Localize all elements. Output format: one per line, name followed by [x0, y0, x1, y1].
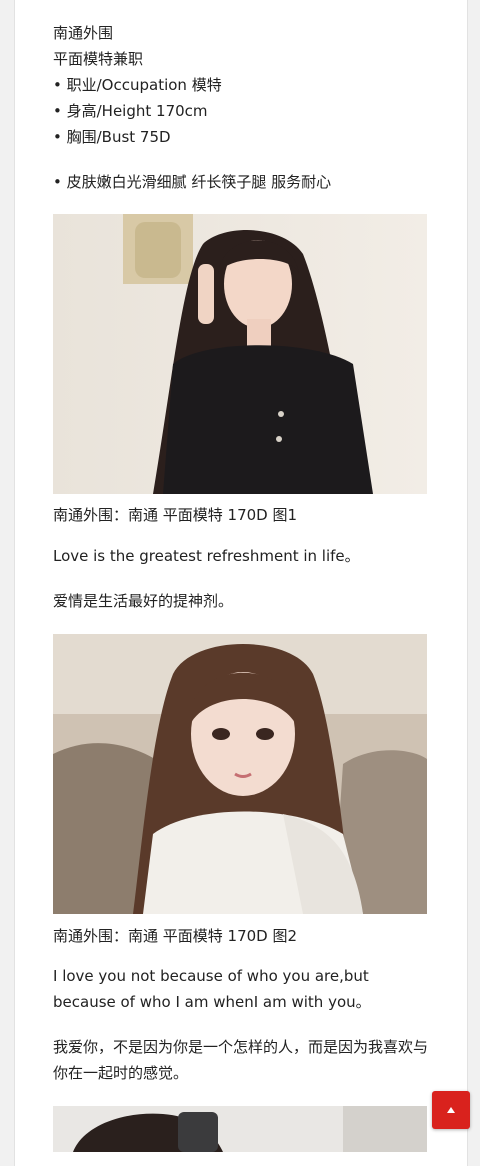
back-to-top-button[interactable] — [432, 1091, 470, 1129]
quote-zh-2: 我爱你，不是因为你是一个怎样的人，而是因为我喜欢与你在一起时的感觉。 — [53, 1038, 429, 1082]
photo-2 — [53, 634, 427, 914]
bullet-bust: • 胸围/Bust 75D — [53, 128, 171, 146]
quote-en-1: Love is the greatest refreshment in life… — [53, 547, 360, 565]
quote-zh-1: 爱情是生活最好的提神剂。 — [53, 592, 234, 610]
photo-1 — [53, 214, 427, 494]
photo-3 — [53, 1106, 427, 1152]
quote-en-2: I love you not because of who you are,bu… — [53, 967, 371, 1011]
bullet-skin: • 皮肤嫩白光滑细腻 纤长筷子腿 服务耐心 — [53, 173, 332, 191]
heading-role: 平面模特兼职 — [53, 50, 144, 68]
bullet-height: • 身高/Height 170cm — [53, 102, 208, 120]
photo-2-caption: 南通外围：南通 平面模特 170D 图2 — [53, 927, 298, 945]
photo-1-caption: 南通外围：南通 平面模特 170D 图1 — [53, 506, 298, 524]
chevron-up-icon — [447, 1107, 455, 1113]
bullet-occupation: • 职业/Occupation 模特 — [53, 76, 222, 94]
heading-location: 南通外围 — [53, 24, 114, 42]
